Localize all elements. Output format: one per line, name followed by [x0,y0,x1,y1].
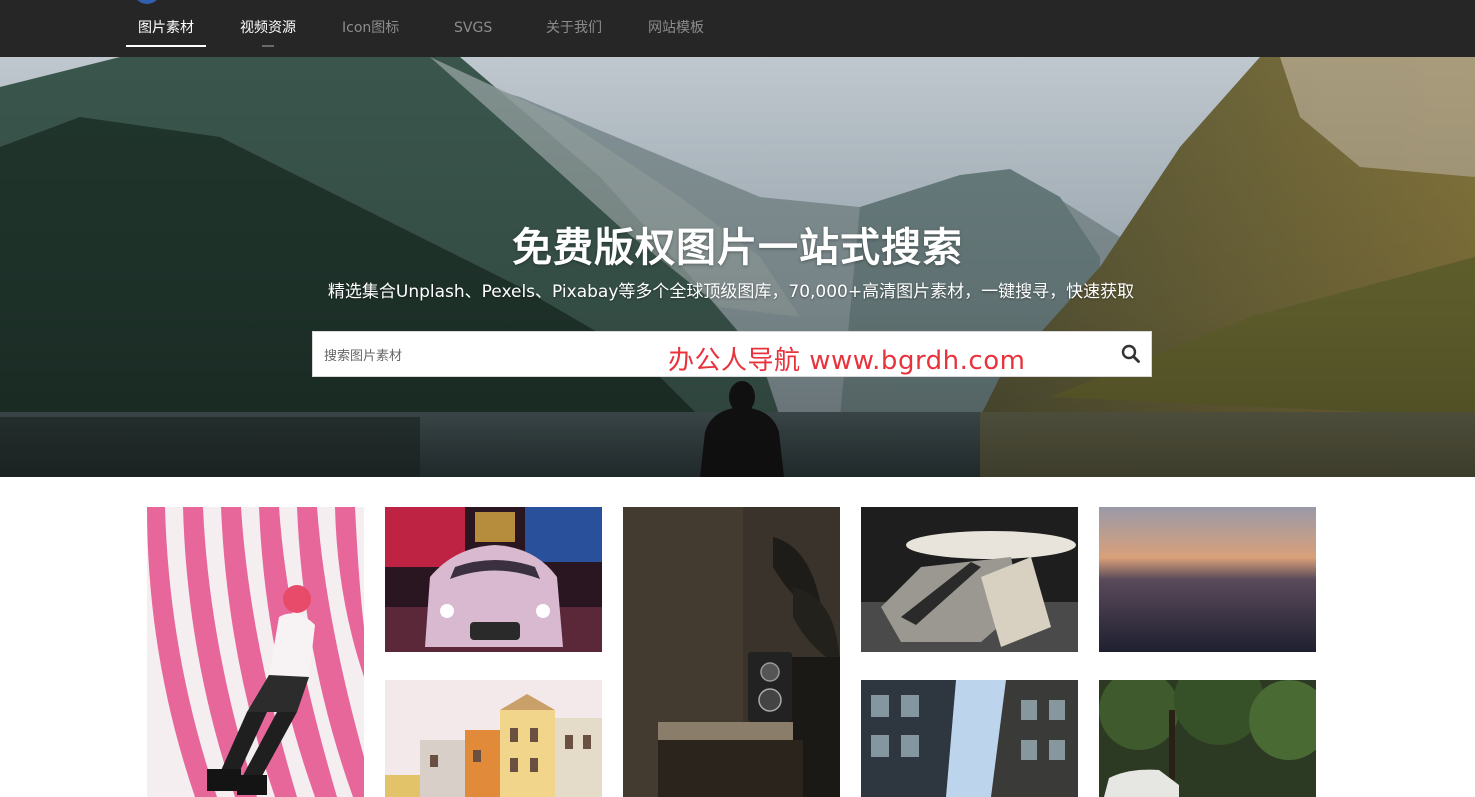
gallery-image-vintage-camera[interactable] [623,507,840,797]
hover-nav-indicator [262,45,274,47]
gallery-image-car-trees[interactable] [1099,680,1316,797]
site-logo[interactable] [133,0,161,4]
nav-item-icons[interactable]: Icon图标 [342,19,399,37]
search-input[interactable] [322,343,646,369]
hero-title: 免费版权图片一站式搜索 [512,225,963,271]
nav-item-about[interactable]: 关于我们 [546,19,602,37]
gallery-image-escalator[interactable] [861,507,1078,652]
hero-subtitle: 精选集合Unplash、Pexels、Pixabay等多个全球顶级图库，70,0… [327,282,1135,302]
gallery-image-building-facades[interactable] [861,680,1078,797]
search-bar: 办公人导航 www.bgrdh.com [312,331,1152,377]
watermark-text: 办公人导航 www.bgrdh.com [668,346,1026,376]
gallery-image-night-car[interactable] [385,507,602,652]
nav-item-svgs[interactable]: SVGS [454,19,492,37]
hero-banner: 免费版权图片一站式搜索 精选集合Unplash、Pexels、Pixabay等多… [0,57,1475,477]
top-nav-bar: 图片素材 视频资源 Icon图标 SVGS 关于我们 网站模板 [0,0,1475,57]
gallery-image-townhouses[interactable] [385,680,602,797]
search-button[interactable] [1119,342,1143,366]
gallery-image-sunset-sea[interactable] [1099,507,1316,652]
nav-item-images[interactable]: 图片素材 [138,19,194,37]
nav-item-videos[interactable]: 视频资源 [240,19,296,37]
search-icon [1121,344,1140,363]
nav-item-templates[interactable]: 网站模板 [648,19,704,37]
gallery-image-striped-wall[interactable] [147,507,364,797]
active-nav-indicator [126,45,206,47]
